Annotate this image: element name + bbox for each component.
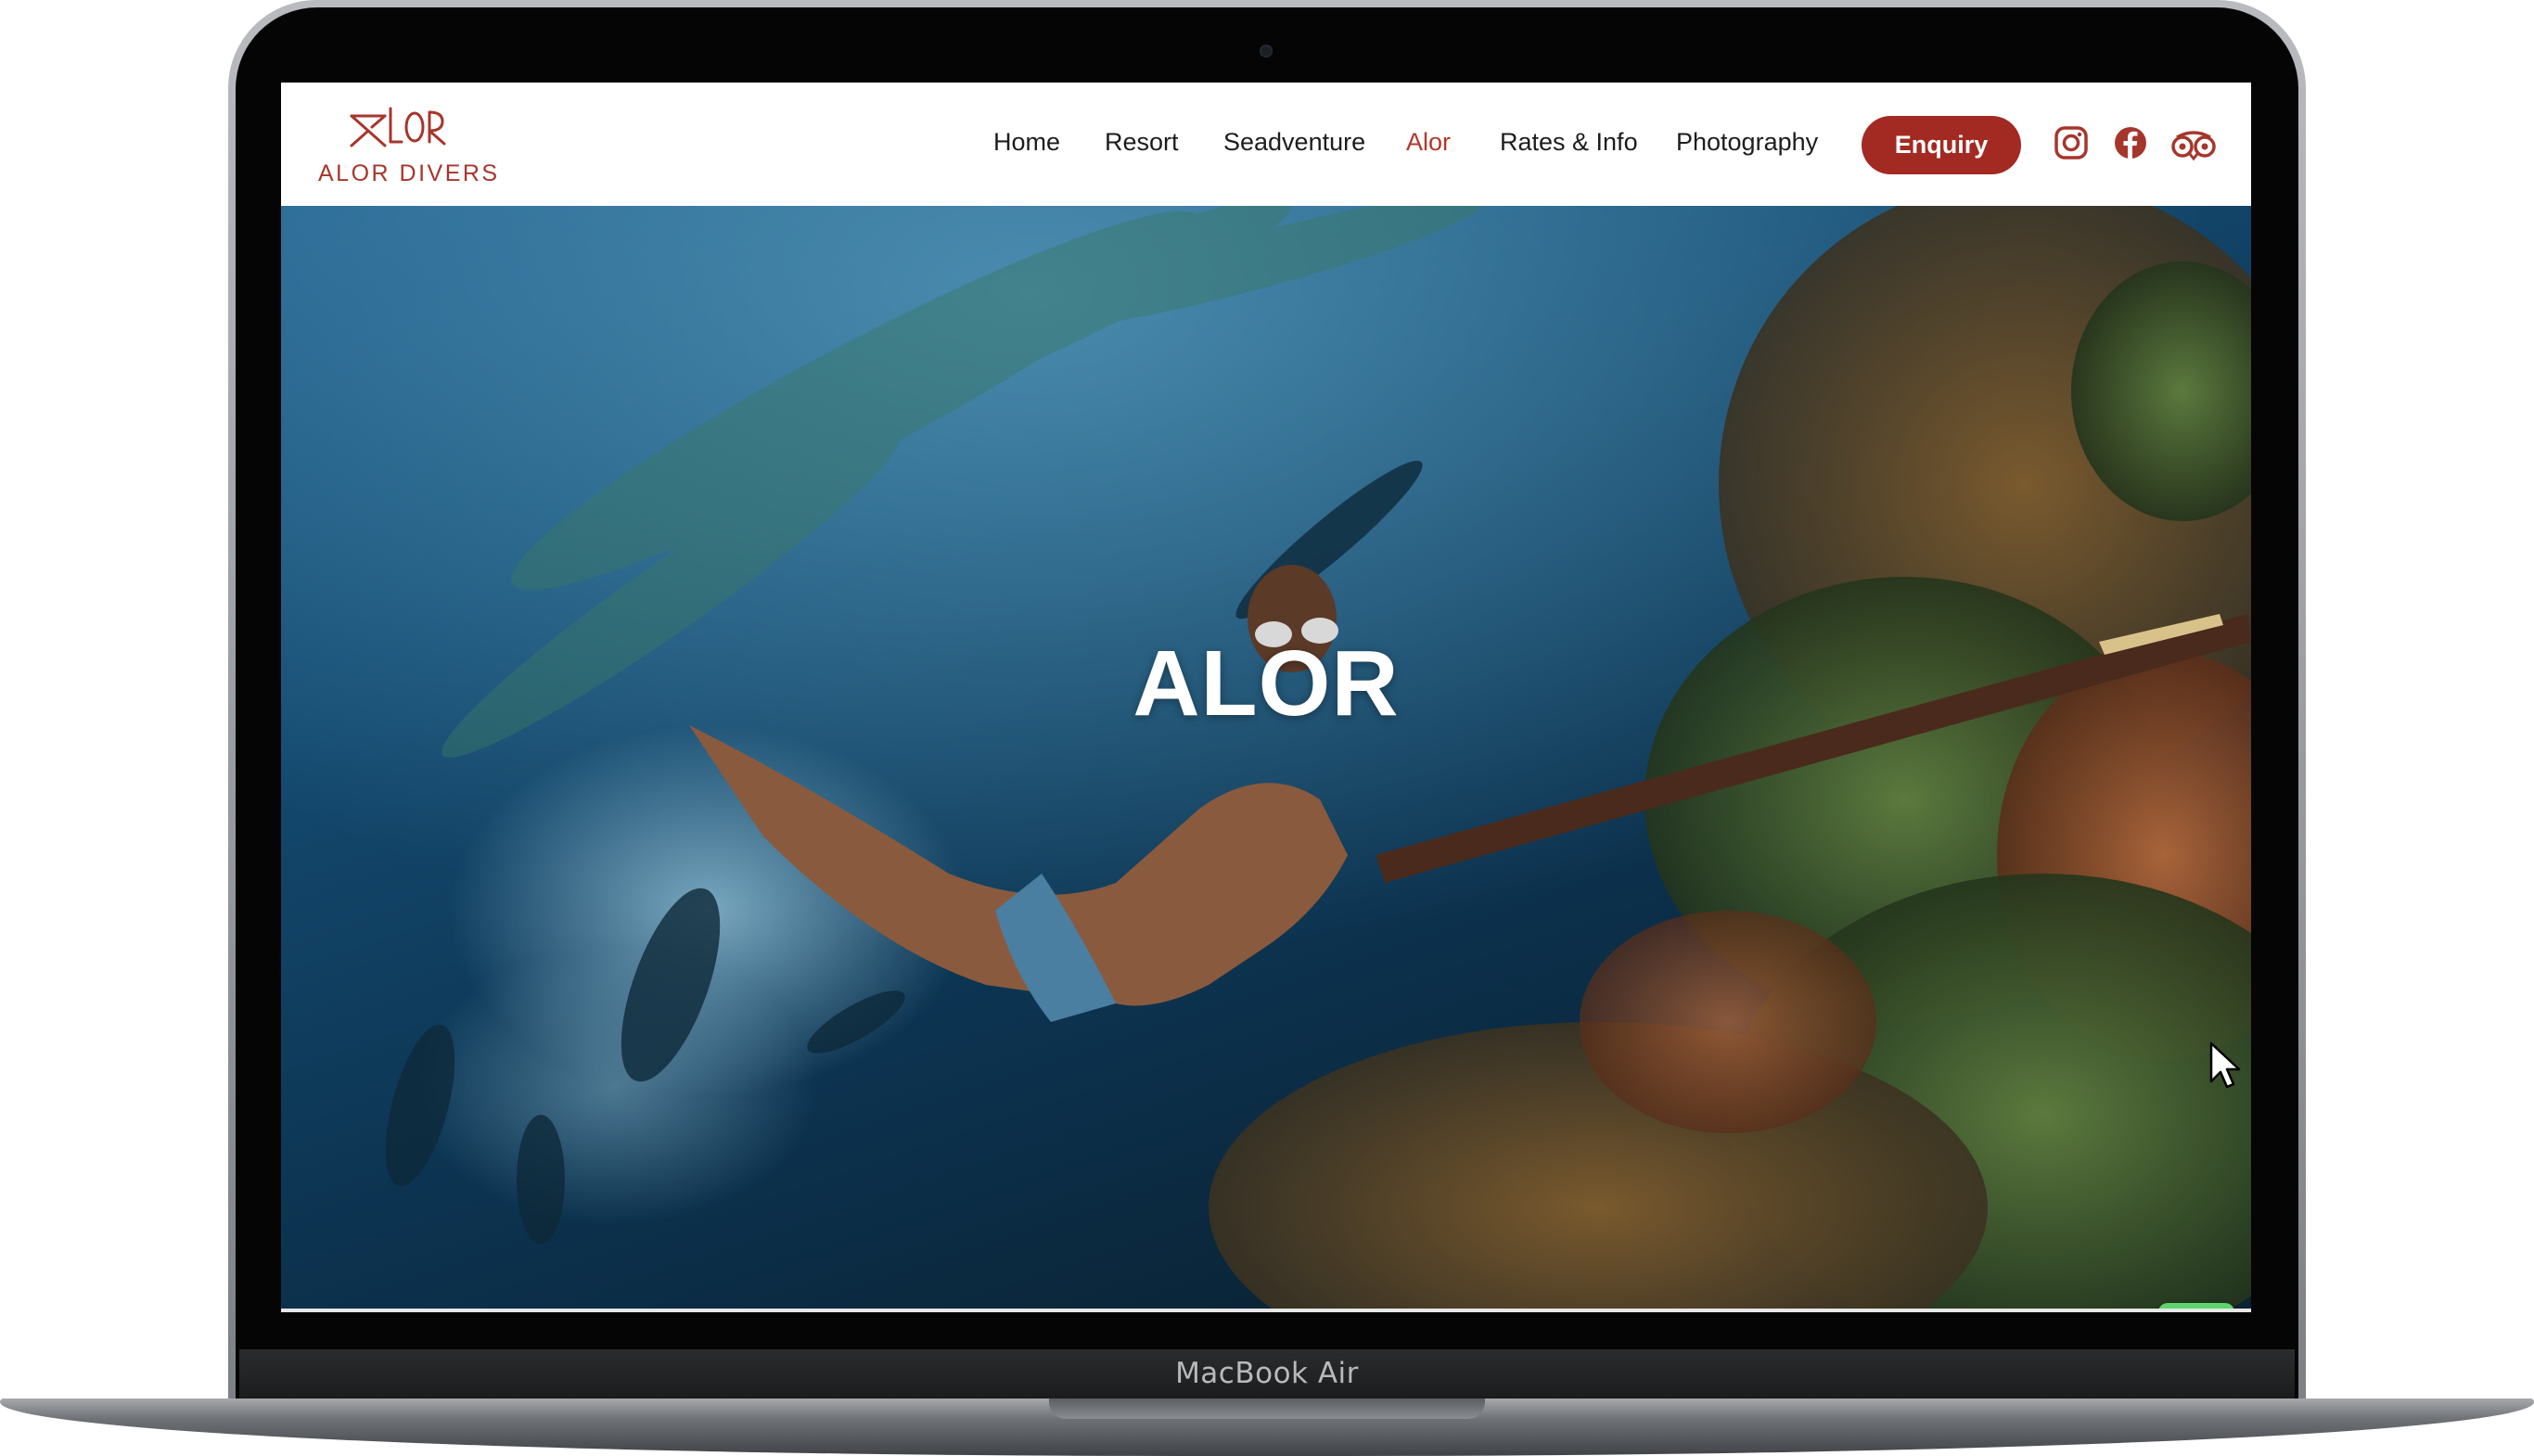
hero-background-image — [281, 206, 2251, 1312]
nav-rates-info[interactable]: Rates & Info — [1500, 128, 1638, 157]
nav-home[interactable]: Home — [993, 128, 1060, 157]
tripadvisor-icon[interactable] — [2169, 124, 2218, 161]
enquiry-button[interactable]: Enquiry — [1862, 116, 2021, 174]
instagram-icon[interactable] — [2053, 124, 2090, 161]
alor-logo-icon — [350, 107, 446, 147]
nav-photography[interactable]: Photography — [1676, 128, 1818, 157]
device-label: MacBook Air — [1175, 1357, 1359, 1390]
logo-wordmark: ALOR DIVERS — [318, 160, 500, 186]
laptop-notch — [1049, 1399, 1485, 1419]
hero-title: ALOR — [1133, 632, 1400, 735]
nav-seadventure[interactable]: Seadventure — [1223, 128, 1365, 157]
site-logo[interactable]: ALOR DIVERS — [318, 105, 504, 188]
screen-edge — [281, 1309, 2251, 1312]
nav-alor[interactable]: Alor — [1406, 128, 1451, 157]
browser-viewport: ALOR DIVERS Home Resort Seadventure Alor… — [281, 83, 2251, 1312]
site-header: ALOR DIVERS Home Resort Seadventure Alor… — [281, 83, 2251, 206]
facebook-icon[interactable] — [2112, 124, 2149, 161]
mouse-cursor-icon — [2209, 1041, 2241, 1089]
nav-resort[interactable]: Resort — [1105, 128, 1179, 157]
hero-section: ALOR — [281, 206, 2251, 1312]
webcam — [1260, 45, 1273, 57]
